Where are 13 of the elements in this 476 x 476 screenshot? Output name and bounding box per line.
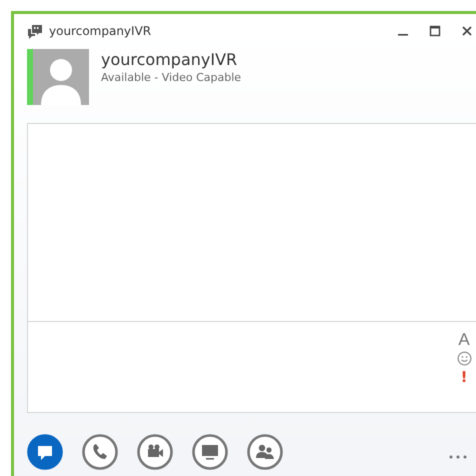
more-options-icon[interactable]	[449, 455, 467, 459]
people-button[interactable]	[247, 434, 283, 470]
window-title: yourcompanyIVR	[49, 24, 152, 38]
avatar-icon	[33, 49, 89, 105]
screen-button[interactable]	[192, 434, 228, 470]
video-button[interactable]	[137, 434, 173, 470]
contact-name: yourcompanyIVR	[101, 50, 238, 69]
contact-status: Available - Video Capable	[101, 71, 242, 84]
call-button[interactable]	[82, 434, 118, 470]
chat-icon	[27, 24, 43, 38]
im-button[interactable]	[27, 434, 63, 470]
close-icon[interactable]	[461, 25, 473, 37]
maximize-icon[interactable]	[429, 25, 441, 37]
